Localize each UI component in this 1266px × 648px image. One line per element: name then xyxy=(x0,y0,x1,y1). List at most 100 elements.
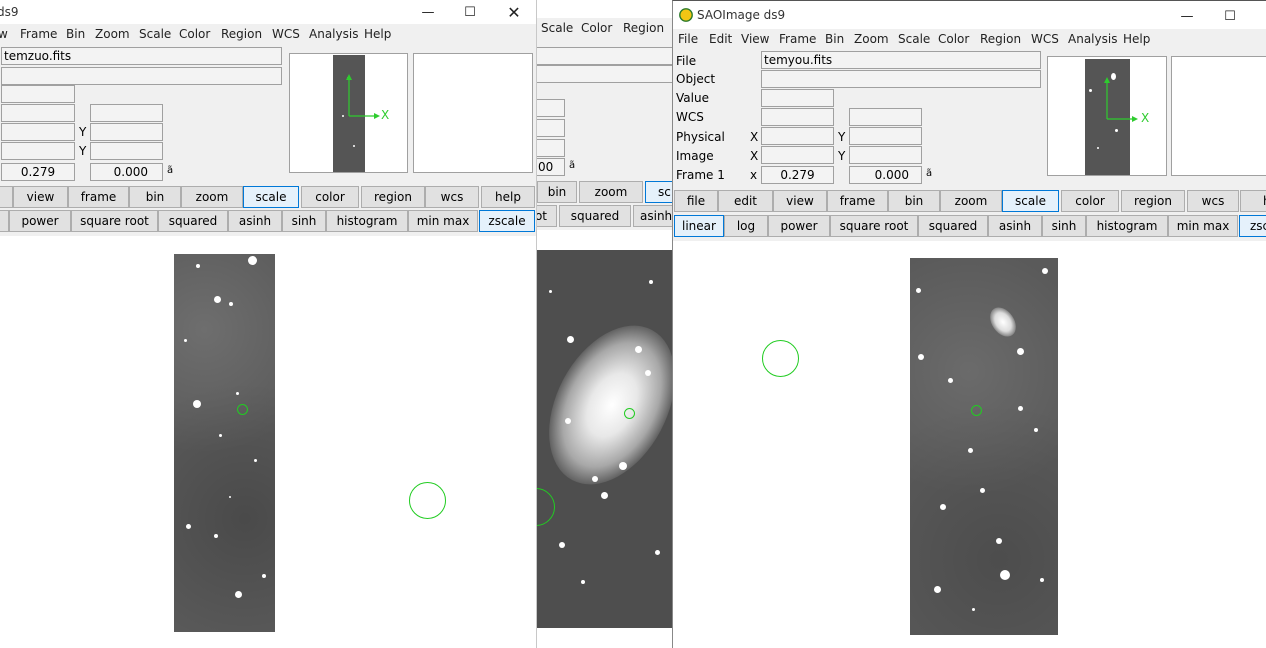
button-zoom[interactable]: zoom xyxy=(940,190,1002,212)
button-squared[interactable]: squared xyxy=(918,215,988,237)
menu-region[interactable]: Region xyxy=(221,27,262,41)
maximize-icon[interactable]: ☐ xyxy=(1208,4,1252,28)
button-bin[interactable]: bin xyxy=(888,190,940,212)
menu-analysis[interactable]: Analysis xyxy=(1068,32,1117,46)
maximize-icon[interactable]: ☐ xyxy=(448,0,492,24)
button-color[interactable]: color xyxy=(1061,190,1119,212)
menu-color[interactable]: Color xyxy=(581,21,612,35)
button-power[interactable]: power xyxy=(768,215,830,237)
close-icon[interactable]: ✕ xyxy=(492,0,536,24)
menu-color[interactable]: Color xyxy=(938,32,969,46)
menu-zoom[interactable]: Zoom xyxy=(95,27,130,41)
button-linear[interactable]: linear xyxy=(674,215,724,237)
menu-analysis[interactable]: Analysis xyxy=(309,27,358,41)
image-y-field xyxy=(90,142,163,160)
button-power-partial[interactable]: ot xyxy=(537,205,557,227)
menu-frame[interactable]: Frame xyxy=(20,27,57,41)
menu-bin[interactable]: Bin xyxy=(66,27,85,41)
button-wcs[interactable]: wcs xyxy=(425,186,479,208)
menu-region[interactable]: Region xyxy=(980,32,1021,46)
button-color[interactable]: color xyxy=(301,186,359,208)
button-view[interactable]: view xyxy=(773,190,827,212)
menu-help[interactable]: Help xyxy=(364,27,391,41)
menu-color[interactable]: Color xyxy=(179,27,210,41)
menu-frame[interactable]: Frame xyxy=(779,32,816,46)
right-image-canvas[interactable] xyxy=(673,241,1266,648)
image-x-field xyxy=(761,146,834,164)
menu-wcs[interactable]: WCS xyxy=(272,27,300,41)
button-zscale-partial[interactable]: zsc xyxy=(1239,215,1266,237)
left-region-small-circle[interactable] xyxy=(237,404,248,415)
menu-bin[interactable]: Bin xyxy=(825,32,844,46)
button-sinh[interactable]: sinh xyxy=(1042,215,1086,237)
button-edit[interactable]: edit xyxy=(718,190,773,212)
left-info-panel: temzuo.fits Y Y 0.279 0.000 ã X xyxy=(0,46,536,184)
button-scale[interactable]: scale xyxy=(243,186,299,208)
button-power[interactable]: power xyxy=(9,210,71,232)
menu-region[interactable]: Region xyxy=(623,21,664,35)
button-asinh[interactable]: asinh xyxy=(228,210,282,232)
button-partial-2[interactable] xyxy=(0,210,9,232)
button-histogram[interactable]: histogram xyxy=(1086,215,1168,237)
button-squared[interactable]: squared xyxy=(559,205,631,227)
button-region[interactable]: region xyxy=(1121,190,1185,212)
menu-file[interactable]: File xyxy=(678,32,698,46)
wcs-label: WCS xyxy=(676,110,704,124)
button-bin[interactable]: bin xyxy=(129,186,181,208)
button-zoom[interactable]: zoom xyxy=(579,181,643,203)
menu-scale[interactable]: Scale xyxy=(541,21,573,35)
button-sinh[interactable]: sinh xyxy=(282,210,326,232)
panner-thumbnail[interactable]: X xyxy=(289,53,408,173)
menu-zoom[interactable]: Zoom xyxy=(854,32,889,46)
menu-edit[interactable]: Edit xyxy=(709,32,732,46)
physical-x-field xyxy=(1,123,75,141)
minimize-icon[interactable]: — xyxy=(406,0,450,24)
button-wcs[interactable]: wcs xyxy=(1187,190,1239,212)
button-log[interactable]: log xyxy=(724,215,768,237)
button-asinh[interactable]: asinh xyxy=(988,215,1042,237)
right-region-small-circle[interactable] xyxy=(971,405,982,416)
button-squared[interactable]: squared xyxy=(158,210,228,232)
button-frame[interactable]: frame xyxy=(827,190,888,212)
button-partial[interactable] xyxy=(0,186,13,208)
button-view[interactable]: view xyxy=(13,186,68,208)
menu-view[interactable]: View xyxy=(741,32,769,46)
image-y-label: Y xyxy=(838,149,846,163)
button-min-max[interactable]: min max xyxy=(408,210,478,232)
menu-scale[interactable]: Scale xyxy=(139,27,171,41)
button-frame[interactable]: frame xyxy=(68,186,129,208)
left-fits-image xyxy=(174,254,275,632)
button-file[interactable]: file xyxy=(674,190,718,212)
value-field xyxy=(761,89,834,107)
left-region-large-circle[interactable] xyxy=(409,482,446,519)
value-field xyxy=(537,99,565,117)
button-help[interactable]: help xyxy=(481,186,535,208)
menu-scale[interactable]: Scale xyxy=(898,32,930,46)
left-image-canvas[interactable] xyxy=(0,236,536,648)
button-zscale[interactable]: zscale xyxy=(479,210,535,232)
button-scale[interactable]: scale xyxy=(1002,190,1059,212)
button-square-root[interactable]: square root xyxy=(830,215,918,237)
button-region[interactable]: region xyxy=(361,186,425,208)
wcs-field-y xyxy=(90,104,163,122)
button-asinh[interactable]: asinh xyxy=(633,205,672,227)
button-square-root[interactable]: square root xyxy=(71,210,158,232)
middle-region-small-circle[interactable] xyxy=(624,408,635,419)
button-bin[interactable]: bin xyxy=(537,181,577,203)
minimize-icon[interactable]: — xyxy=(1165,4,1209,28)
panner-thumbnail[interactable]: X xyxy=(1047,56,1167,176)
file-field xyxy=(537,47,672,65)
menu-wcs[interactable]: WCS xyxy=(1031,32,1059,46)
wcs-field-x xyxy=(761,108,834,126)
right-region-large-circle[interactable] xyxy=(762,340,799,377)
right-ds9-window: SAOImage ds9 — ☐ File Edit View Frame Bi… xyxy=(672,0,1266,648)
button-help-partial[interactable]: he xyxy=(1240,190,1266,212)
physical-y-field xyxy=(90,123,163,141)
button-histogram[interactable]: histogram xyxy=(326,210,408,232)
middle-image-canvas[interactable] xyxy=(537,230,672,648)
button-zoom[interactable]: zoom xyxy=(181,186,243,208)
button-min-max[interactable]: min max xyxy=(1168,215,1238,237)
menu-view-partial[interactable]: w xyxy=(0,27,8,41)
menu-help[interactable]: Help xyxy=(1123,32,1150,46)
button-scale-partial[interactable]: sc xyxy=(645,181,672,203)
